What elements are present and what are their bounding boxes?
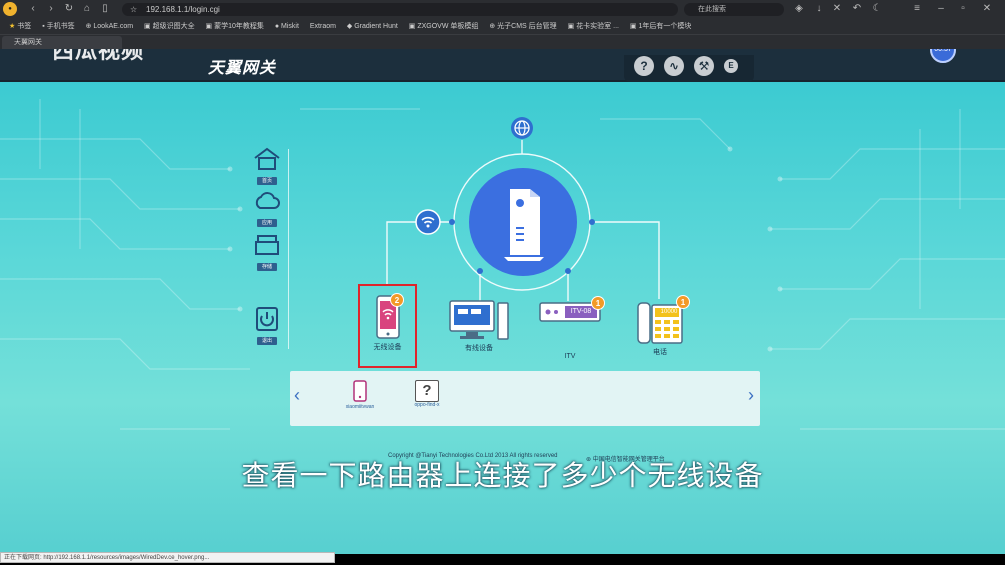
video-watermark: 西瓜视频 [52,49,145,63]
search-placeholder: 在此搜索 [698,6,726,13]
device-phone-label: 电话 [653,349,667,356]
selection-highlight [358,284,417,368]
back-icon[interactable]: ‹ [26,2,40,16]
video-subtitle: 查看一下路由器上连接了多少个无线设备 [241,460,764,491]
globe-icon[interactable] [510,116,534,140]
wifi-icon[interactable] [415,209,441,235]
moon-icon[interactable]: ☾ [870,2,884,16]
close-icon[interactable]: ✕ [980,2,994,16]
nav-home[interactable]: 首页 [252,146,282,185]
download-icon[interactable]: ↓ [812,2,826,16]
chevron-left-icon[interactable]: ‹ [294,385,300,406]
device-wired[interactable]: 有线设备 [443,299,515,353]
menu-icon[interactable]: ≡ [910,2,924,16]
phone-icon [353,380,367,402]
reload-icon[interactable]: ↻ [62,2,76,16]
nav-divider [288,149,289,349]
games-icon[interactable]: ◈ [792,2,806,16]
chevron-right-icon[interactable]: › [748,385,754,406]
device-phone-screen: 10000 [660,309,678,315]
bookmark-item[interactable]: ▣ ZXGOVW 单板模组 [409,19,479,34]
nav-home-label: 首页 [257,177,277,185]
star-icon[interactable]: ☆ [130,3,137,16]
cloud-icon [255,192,280,209]
bookmark-item[interactable]: ▣ 蒙学10年教程集 [206,19,264,34]
storage-icon [255,235,279,255]
bookmark-item[interactable]: ◆ Gradient Hunt [347,19,398,34]
nav-storage-label: 存储 [257,263,277,271]
home-icon[interactable]: ⌂ [80,2,94,16]
nav-storage[interactable]: 存储 [252,232,282,271]
search-input[interactable]: 在此搜索 [684,3,784,16]
gateway-header: 天翼网关 [0,49,1005,82]
status-icon[interactable]: ∿ [664,56,684,76]
reading-icon[interactable]: ▯ [98,2,112,16]
browser-logo-icon[interactable]: ● [3,2,17,16]
address-text: 192.168.1.1/login.cgi [146,5,220,14]
address-bar[interactable]: ☆ 192.168.1.1/login.cgi [122,3,678,16]
gateway-brand-logo: 天翼网关 [208,58,277,77]
bookmark-item[interactable]: ▪ 手机书签 [42,19,74,34]
wrench-icon[interactable]: ⚒ [694,56,714,76]
panel-device-name: xiaomiitvwan [345,404,375,410]
power-icon [256,307,278,331]
tools-icon[interactable]: ✕ [830,2,844,16]
bookmark-item[interactable]: ★ 书签 [9,19,31,34]
maximize-icon[interactable]: ▫ [956,2,970,16]
panel-device-item[interactable]: ? oppo-find-x [410,380,444,408]
forward-icon[interactable]: › [44,2,58,16]
device-itv-count-badge: 1 [591,296,605,310]
nav-apps-label: 应用 [257,219,277,227]
desktop-computer-icon [449,300,509,340]
connected-devices-panel: ‹ xiaomiitvwan ? oppo-find-x › [290,371,760,426]
nav-exit[interactable]: 退出 [252,306,282,345]
nav-exit-label: 退出 [257,337,277,345]
device-itv[interactable]: ITV-08 ITV [535,301,605,360]
device-itv-label: ITV [564,353,576,360]
bookmark-item[interactable]: ▣ 1年后有一个模块 [630,19,691,34]
router-icon[interactable] [468,167,578,277]
logout-icon[interactable]: E [724,59,738,73]
bookmark-item[interactable]: ▣ 花卡实验室 ... [568,19,619,34]
panel-device-item[interactable]: xiaomiitvwan [340,380,380,410]
panel-device-name: oppo-find-x [414,402,440,408]
bookmark-item[interactable]: Extraom [310,19,336,34]
home-icon [254,147,280,170]
nav-apps[interactable]: 应用 [252,188,282,227]
tab-strip: 天翼网关 [0,35,1005,49]
bookmark-item[interactable]: ⊕ 光子CMS 后台管理 [489,19,556,34]
browser-status-bar: 正在下载网页: http://192.168.1.1/resources/ima… [0,552,335,563]
header-toolbar: ? ∿ ⚒ E [624,55,754,82]
browser-titlebar: ● ‹ › ↻ ⌂ ▯ ☆ 192.168.1.1/login.cgi 在此搜索… [0,0,1005,19]
device-wired-label: 有线设备 [465,345,493,352]
bookmark-item[interactable]: ⊕ LookAE.com [86,19,134,34]
unknown-device-icon: ? [415,380,439,402]
bookmark-item[interactable]: ▣ 超级识图大全 [144,19,195,34]
undo-icon[interactable]: ↶ [850,2,864,16]
tab-title: 天翼网关 [14,39,42,46]
bookmark-item[interactable]: ● Miskit [275,19,299,34]
tab-gateway[interactable]: 天翼网关 [2,36,122,49]
device-phone[interactable]: 10000 电话 [630,301,690,357]
bookmarks-bar: ★ 书签 ▪ 手机书签 ⊕ LookAE.com ▣ 超级识图大全 ▣ 蒙学10… [0,19,1005,35]
help-icon[interactable]: ? [634,56,654,76]
device-phone-count-badge: 1 [676,295,690,309]
minimize-icon[interactable]: – [934,2,948,16]
